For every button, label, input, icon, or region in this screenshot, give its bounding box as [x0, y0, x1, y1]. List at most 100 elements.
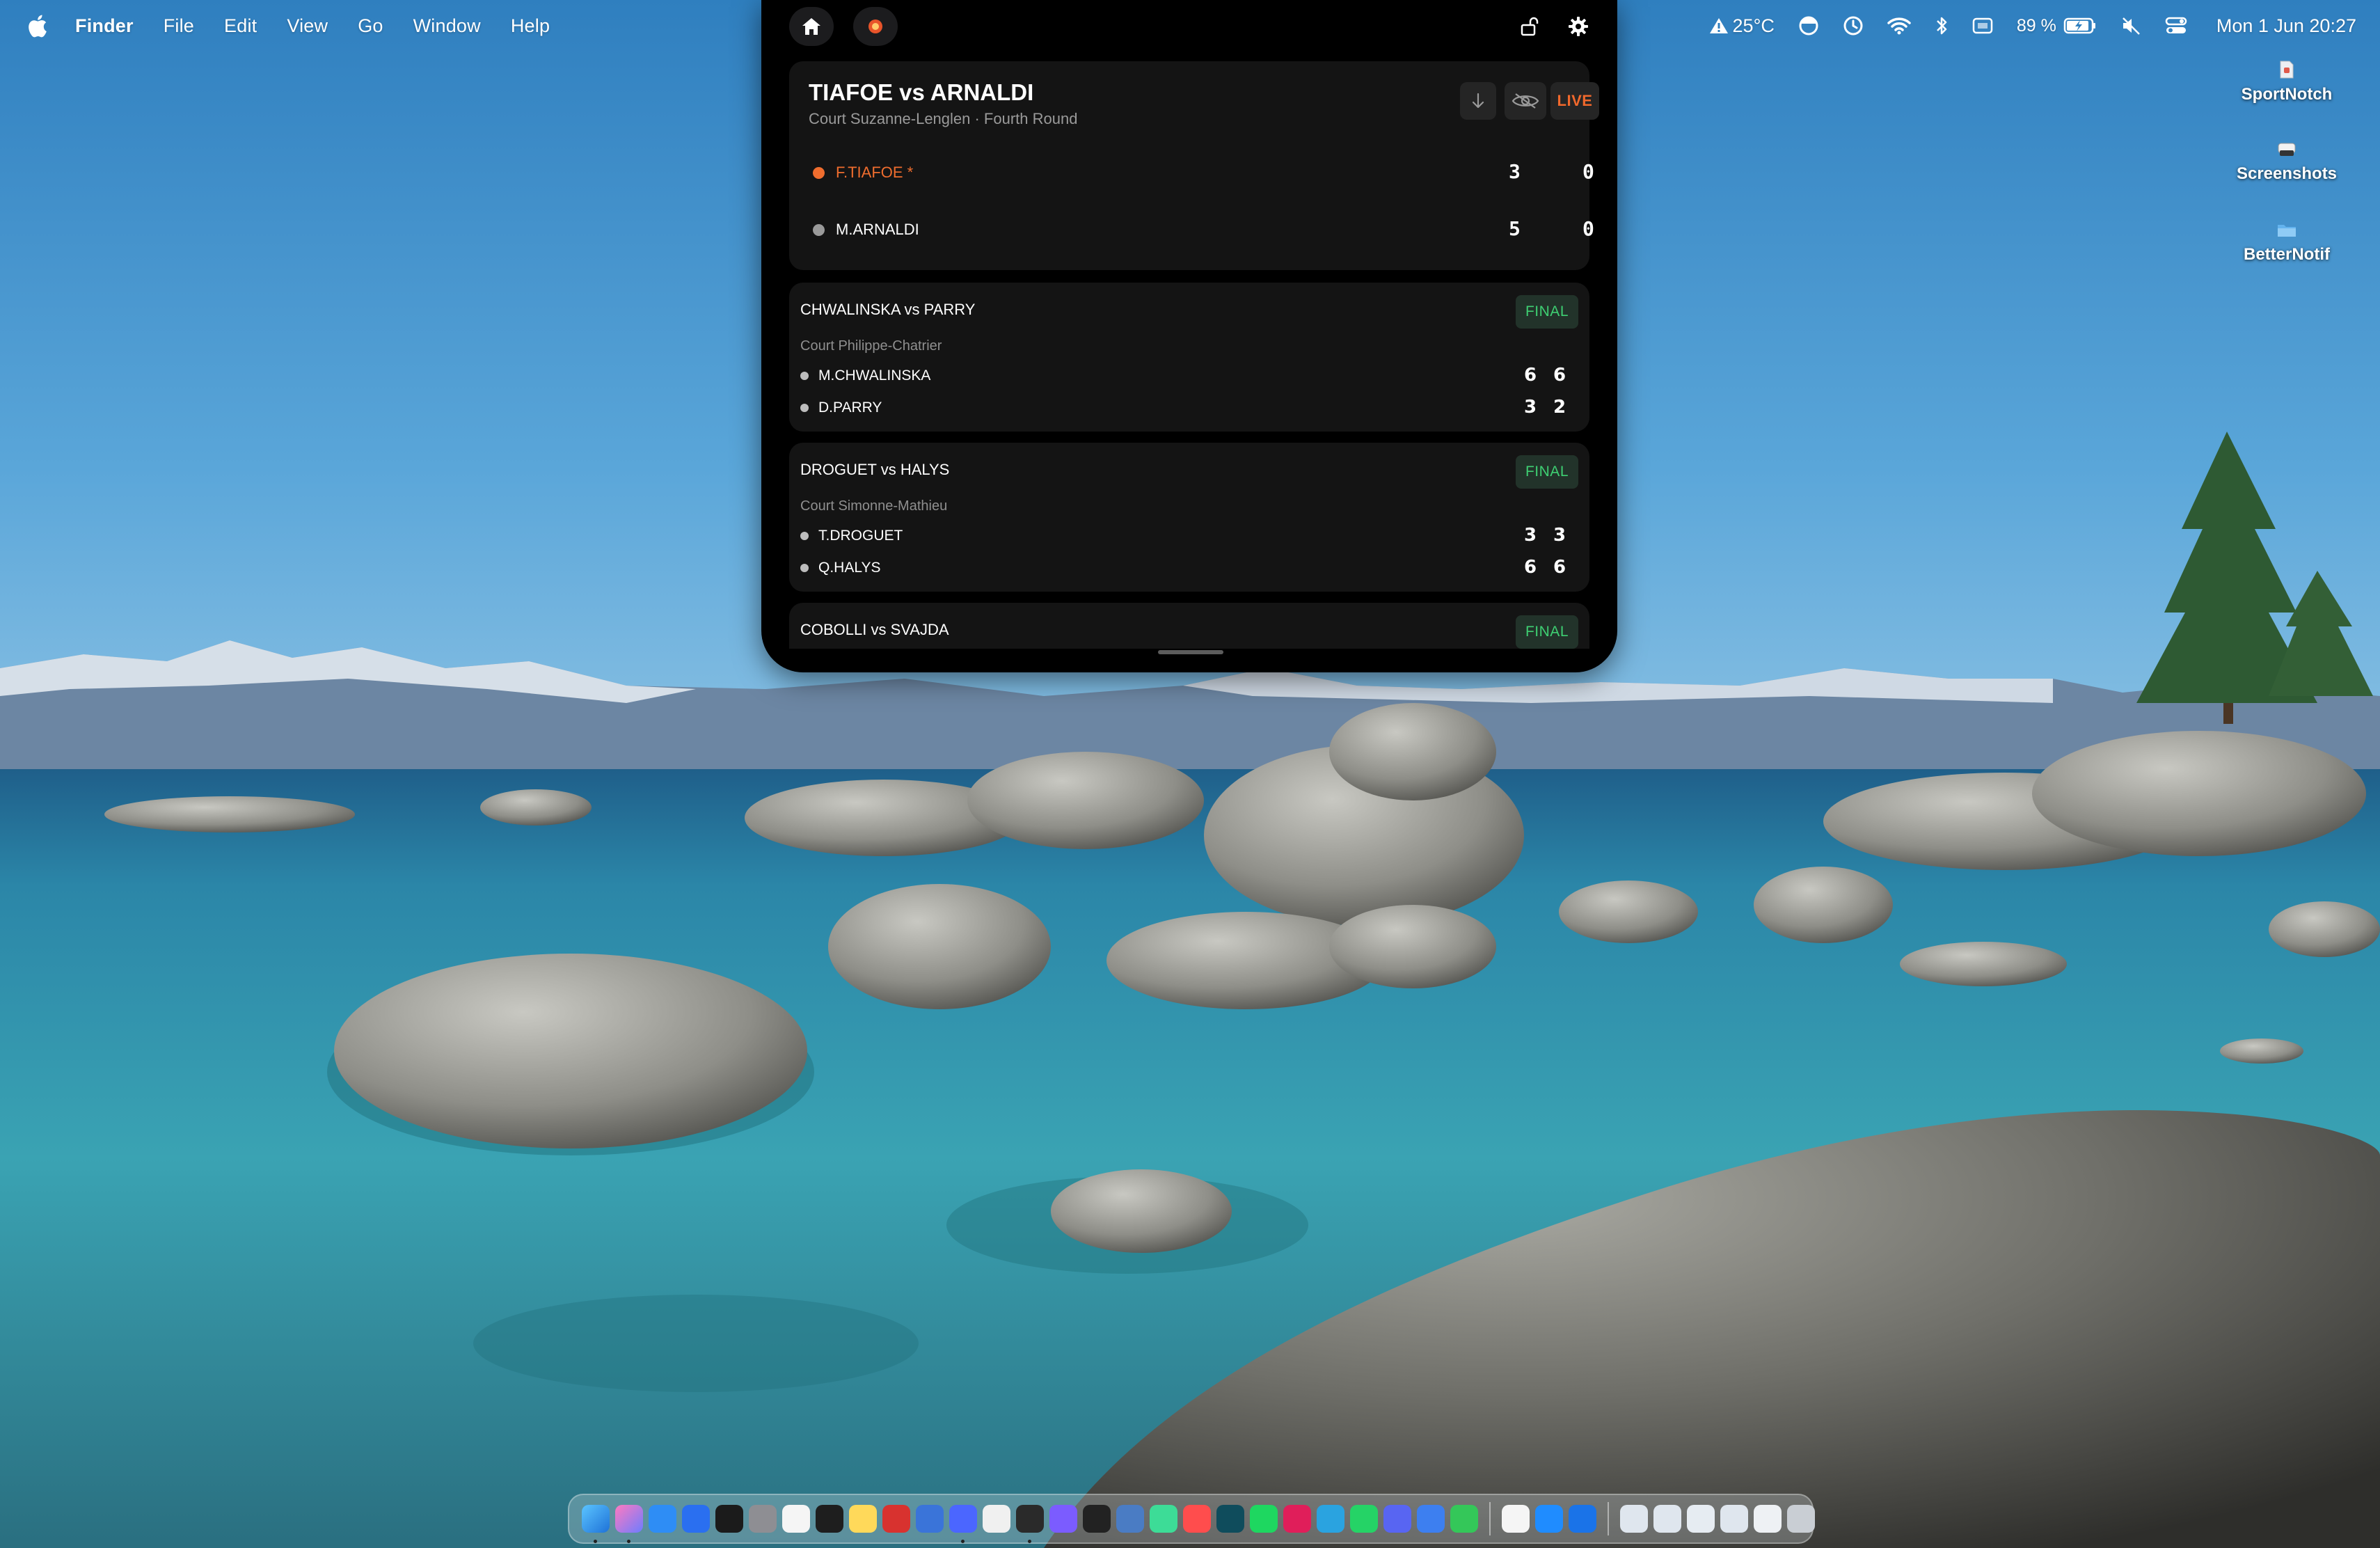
sound-status[interactable] [2120, 15, 2141, 36]
set-score: 3 [1553, 525, 1566, 546]
player-row: Q.HALYS 6 6 [800, 555, 1573, 580]
set-score: 3 [1524, 525, 1537, 546]
discord-icon[interactable] [1383, 1505, 1411, 1533]
lock-button[interactable] [1510, 7, 1549, 46]
desktop-icon-screenshots[interactable]: Screenshots [2210, 141, 2363, 184]
final-match-card[interactable]: DROGUET vs HALYS FINAL Court Simonne-Mat… [789, 443, 1589, 592]
menu-go[interactable]: Go [358, 15, 383, 37]
wifi-status[interactable] [1887, 17, 1911, 35]
desktop-stack-icon[interactable] [1720, 1505, 1748, 1533]
live-match-card[interactable]: TIAFOE vs ARNALDI Court Suzanne-Lenglen … [789, 61, 1599, 270]
sport-notch-panel: TIAFOE vs ARNALDI Court Suzanne-Lenglen … [761, 0, 1617, 672]
adobe-cloud-icon[interactable] [1183, 1505, 1211, 1533]
one-password-icon[interactable] [1569, 1505, 1596, 1533]
messages-icon[interactable] [1450, 1505, 1478, 1533]
system-settings-icon[interactable] [749, 1505, 777, 1533]
xcode-instruments-icon[interactable] [682, 1505, 710, 1533]
focus-status[interactable] [1798, 15, 1819, 36]
final-status-badge: FINAL [1515, 615, 1578, 649]
dock [568, 1494, 1815, 1544]
menu-file[interactable]: File [164, 15, 194, 37]
chatgpt-alt-icon[interactable] [1216, 1505, 1244, 1533]
desktop-icon-sportnotch[interactable]: SportNotch [2210, 60, 2363, 104]
unlock-icon [1521, 17, 1539, 36]
live-badge-text: LIVE [1557, 92, 1593, 109]
time-machine-status[interactable] [1843, 15, 1864, 36]
app-file-icon [2280, 61, 2294, 79]
telegram-icon[interactable] [1317, 1505, 1344, 1533]
live-status-badge: LIVE [1550, 82, 1599, 120]
menu-view[interactable]: View [287, 15, 328, 37]
final-match-card[interactable]: CHWALINSKA vs PARRY FINAL Court Philippe… [789, 283, 1589, 432]
desktop-icon-betternotif[interactable]: BetterNotif [2210, 221, 2363, 264]
running-indicator [1028, 1540, 1031, 1543]
whatsapp-icon[interactable] [1350, 1505, 1378, 1533]
bluetooth-icon [1936, 17, 1947, 35]
player-dot [800, 372, 809, 380]
steam-icon[interactable] [1417, 1505, 1445, 1533]
collapse-button[interactable] [1460, 82, 1496, 120]
hide-button[interactable] [1505, 82, 1546, 120]
menu-help[interactable]: Help [511, 15, 550, 37]
control-center[interactable] [2165, 16, 2187, 35]
github-desktop-icon[interactable] [816, 1505, 843, 1533]
notes-icon[interactable] [849, 1505, 877, 1533]
set-score: 2 [1553, 397, 1566, 418]
player-dot [800, 532, 809, 540]
screenshots-stack-icon[interactable] [1687, 1505, 1715, 1533]
final-match-card-partial[interactable]: COBOLLI vs SVAJDA FINAL [789, 603, 1589, 649]
recent-app-icon[interactable] [1502, 1505, 1530, 1533]
davinci-icon[interactable] [1116, 1505, 1144, 1533]
capcut-icon[interactable] [1083, 1505, 1111, 1533]
downloads-stack-icon[interactable] [1620, 1505, 1648, 1533]
messenger-icon[interactable] [949, 1505, 977, 1543]
terminal-icon[interactable] [715, 1505, 743, 1533]
menu-app-name[interactable]: Finder [75, 15, 134, 37]
input-source-status[interactable] [1972, 17, 1993, 35]
desktop-icon-label: Screenshots [2236, 164, 2338, 183]
battery-status[interactable]: 89 % [2017, 16, 2097, 36]
set-score: 5 [1509, 217, 1521, 240]
weather-status[interactable]: 25°C [1709, 15, 1775, 37]
arrow-down-icon [1472, 93, 1484, 109]
wifi-icon [1887, 17, 1911, 35]
launchpad-icon[interactable] [615, 1505, 643, 1543]
filezilla-icon[interactable] [882, 1505, 910, 1533]
screen-sharing-icon[interactable] [1535, 1505, 1563, 1533]
player-row: D.PARRY 3 2 [800, 395, 1573, 420]
menu-window[interactable]: Window [413, 15, 481, 37]
tennis-ball-icon [868, 19, 882, 33]
home-icon [802, 18, 820, 35]
set-score: 6 [1524, 557, 1537, 578]
perplexity-icon[interactable] [1016, 1505, 1044, 1543]
player-name: D.PARRY [818, 400, 882, 416]
finder-icon[interactable] [582, 1505, 610, 1543]
spotify-icon[interactable] [1250, 1505, 1278, 1533]
app-store-icon[interactable] [649, 1505, 676, 1533]
player-dot [800, 404, 809, 412]
menubar-clock[interactable]: Mon 1 Jun 20:27 [2216, 15, 2356, 37]
chatgpt-icon[interactable] [983, 1505, 1010, 1533]
final-status-badge: FINAL [1515, 455, 1578, 489]
set-score: 6 [1553, 557, 1566, 578]
sport-widget-button[interactable] [853, 7, 898, 46]
calendar-icon[interactable] [782, 1505, 810, 1533]
bluetooth-status[interactable] [1935, 15, 1949, 36]
apple-menu-icon[interactable] [26, 13, 47, 38]
home-button[interactable] [789, 7, 834, 46]
menu-edit[interactable]: Edit [224, 15, 257, 37]
match-court: Court Philippe-Chatrier [800, 338, 942, 354]
slack-icon[interactable] [1283, 1505, 1311, 1533]
podcasts-icon[interactable] [1049, 1505, 1077, 1533]
files-stack-icon[interactable] [1754, 1505, 1782, 1533]
warning-icon [1709, 18, 1728, 33]
drive-icon [2278, 143, 2296, 156]
battery-percent: 89 % [2016, 15, 2056, 35]
android-studio-icon[interactable] [1150, 1505, 1177, 1533]
player-status-dot [813, 166, 825, 179]
trash-icon[interactable] [1787, 1505, 1815, 1533]
speaker-muted-icon [2122, 17, 2140, 35]
documents-stack-icon[interactable] [1653, 1505, 1681, 1533]
resize-grabber[interactable] [1158, 650, 1223, 654]
xcode-icon[interactable] [916, 1505, 944, 1533]
